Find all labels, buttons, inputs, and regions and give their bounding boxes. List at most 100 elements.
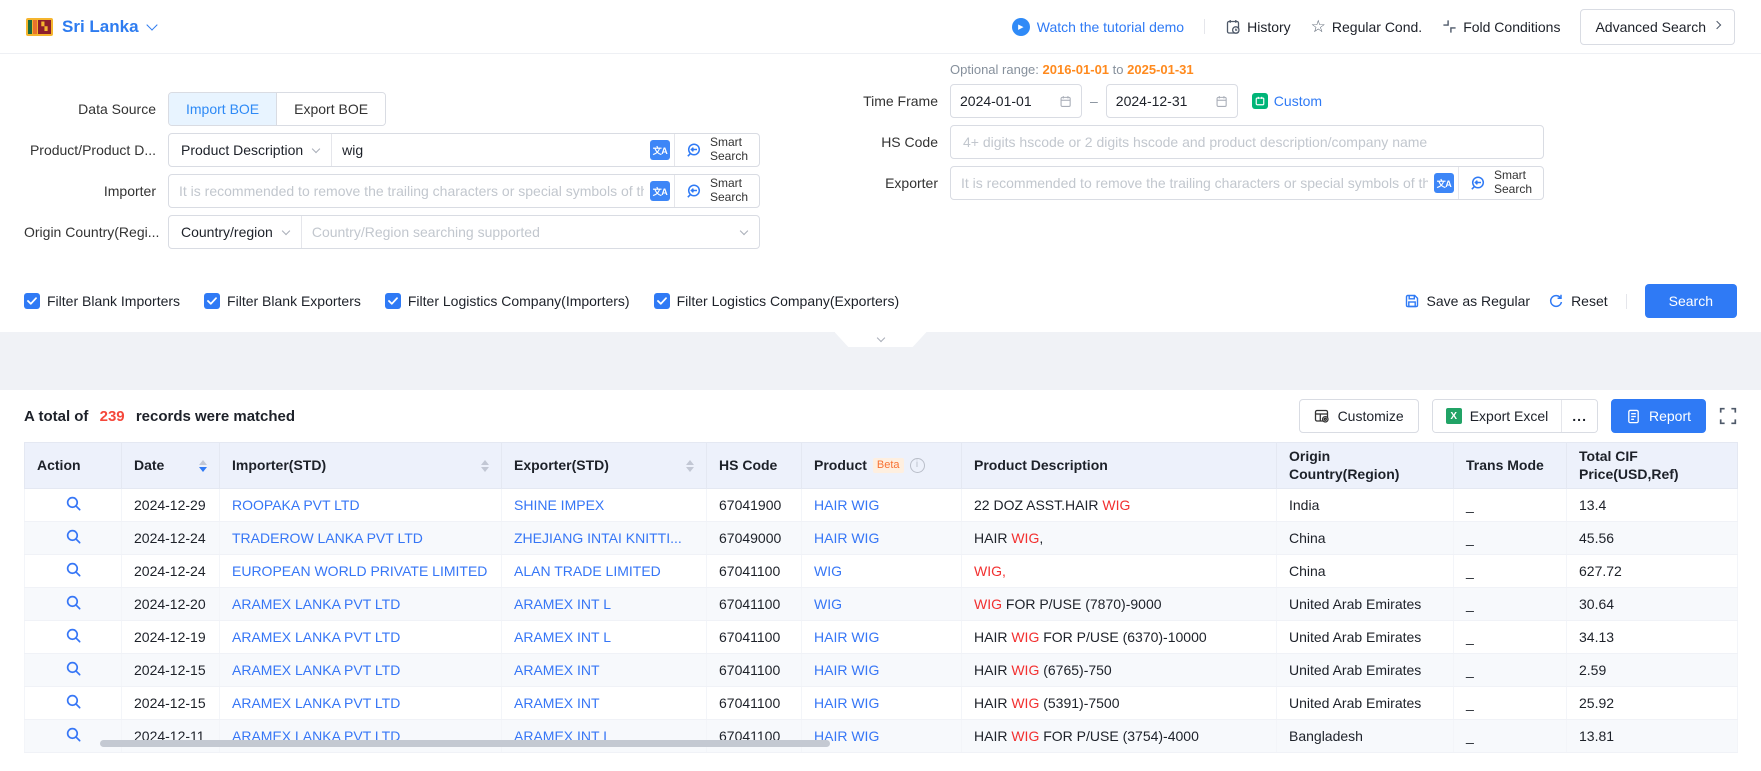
sort-exporter[interactable] <box>686 460 694 472</box>
view-detail-icon[interactable] <box>65 565 82 581</box>
view-detail-icon[interactable] <box>65 730 82 746</box>
fullscreen-icon[interactable] <box>1719 407 1737 425</box>
customize-button[interactable]: Customize <box>1299 399 1419 433</box>
product-link[interactable]: HAIR WIG <box>814 662 879 678</box>
save-icon <box>1404 293 1420 309</box>
start-date-input[interactable] <box>960 93 1059 109</box>
search-button[interactable]: Search <box>1645 284 1737 318</box>
checkbox-label: Filter Blank Importers <box>47 293 180 309</box>
collapse-conditions-tab[interactable] <box>835 332 927 347</box>
cell-description: HAIR WIG (5391)-7500 <box>962 687 1277 720</box>
cell-trans-mode: _ <box>1454 555 1567 588</box>
importer-link[interactable]: ARAMEX LANKA PVT LTD <box>232 662 400 678</box>
cell-date: 2024-12-20 <box>122 588 220 621</box>
origin-type-select[interactable]: Country/region <box>169 216 302 248</box>
cell-date: 2024-12-29 <box>122 489 220 522</box>
translate-icon[interactable]: 文A <box>650 181 670 201</box>
exporter-link[interactable]: ARAMEX INT <box>514 662 600 678</box>
origin-input[interactable] <box>312 224 737 240</box>
export-excel-button[interactable]: X Export Excel <box>1433 400 1562 432</box>
view-detail-icon[interactable] <box>65 697 82 713</box>
page-background-band <box>0 332 1761 390</box>
results-summary: A total of 239 records were matched <box>24 408 295 425</box>
filter-checkbox-1[interactable]: Filter Blank Exporters <box>204 293 361 309</box>
filter-checkbox-0[interactable]: Filter Blank Importers <box>24 293 180 309</box>
hs-code-input[interactable] <box>950 125 1544 159</box>
product-link[interactable]: HAIR WIG <box>814 497 879 513</box>
exporter-smart-search-button[interactable]: SmartSearch <box>1458 167 1543 199</box>
tutorial-link[interactable]: ▶ Watch the tutorial demo <box>1012 18 1184 36</box>
product-smart-search-button[interactable]: SmartSearch <box>674 134 759 166</box>
importer-link[interactable]: TRADEROW LANKA PVT LTD <box>232 530 423 546</box>
origin-row: Origin Country(Regi... Country/region <box>24 215 860 249</box>
tab-import-boe[interactable]: Import BOE <box>169 93 276 125</box>
product-link[interactable]: WIG <box>814 563 842 579</box>
checkbox-checked-icon[interactable] <box>204 293 220 309</box>
report-icon <box>1626 409 1641 424</box>
report-button[interactable]: Report <box>1611 399 1706 433</box>
customize-icon <box>1314 408 1330 424</box>
checkbox-checked-icon[interactable] <box>385 293 401 309</box>
reset-button[interactable]: Reset <box>1548 293 1608 309</box>
custom-range-button[interactable]: Custom <box>1252 93 1322 109</box>
importer-input[interactable] <box>179 183 644 199</box>
country-selector[interactable]: Sri Lanka <box>62 17 139 37</box>
view-detail-icon[interactable] <box>65 532 82 548</box>
filter-checkbox-2[interactable]: Filter Logistics Company(Importers) <box>385 293 630 309</box>
importer-link[interactable]: ARAMEX LANKA PVT LTD <box>232 695 400 711</box>
importer-link[interactable]: ARAMEX LANKA PVT LTD <box>232 596 400 612</box>
exporter-input[interactable] <box>961 175 1428 191</box>
sort-date[interactable] <box>199 460 207 472</box>
translate-icon[interactable]: 文A <box>650 140 670 160</box>
exporter-link[interactable]: ALAN TRADE LIMITED <box>514 563 661 579</box>
view-detail-icon[interactable] <box>65 664 82 680</box>
advanced-search-button[interactable]: Advanced Search <box>1580 9 1735 45</box>
export-more-button[interactable]: ... <box>1561 400 1597 432</box>
view-detail-icon[interactable] <box>65 631 82 647</box>
product-input[interactable] <box>342 142 644 158</box>
save-as-regular-button[interactable]: Save as Regular <box>1404 293 1531 309</box>
advanced-search-label: Advanced Search <box>1595 19 1706 35</box>
checkbox-checked-icon[interactable] <box>654 293 670 309</box>
sri-lanka-flag-icon: ▚ <box>26 18 53 36</box>
fold-conditions-button[interactable]: Fold Conditions <box>1442 19 1560 35</box>
end-date-input[interactable] <box>1116 93 1215 109</box>
product-link[interactable]: WIG <box>814 596 842 612</box>
product-type-select[interactable]: Product Description <box>169 134 332 166</box>
cell-date: 2024-12-15 <box>122 687 220 720</box>
product-link[interactable]: HAIR WIG <box>814 695 879 711</box>
product-link[interactable]: HAIR WIG <box>814 629 879 645</box>
importer-smart-search-button[interactable]: SmartSearch <box>674 175 759 207</box>
horizontal-scrollbar-thumb[interactable] <box>100 740 830 747</box>
start-date-field[interactable] <box>950 84 1082 118</box>
cell-date: 2024-12-24 <box>122 522 220 555</box>
date-separator: – <box>1090 93 1098 109</box>
table-row: 2024-12-19ARAMEX LANKA PVT LTDARAMEX INT… <box>25 621 1738 654</box>
importer-link[interactable]: ARAMEX LANKA PVT LTD <box>232 629 400 645</box>
exporter-link[interactable]: ARAMEX INT L <box>514 596 611 612</box>
cell-trans-mode: _ <box>1454 489 1567 522</box>
cell-description: HAIR WIG FOR P/USE (6370)-10000 <box>962 621 1277 654</box>
checkbox-checked-icon[interactable] <box>24 293 40 309</box>
regular-cond-button[interactable]: ☆ Regular Cond. <box>1311 18 1423 35</box>
filter-checkbox-3[interactable]: Filter Logistics Company(Exporters) <box>654 293 900 309</box>
importer-link[interactable]: EUROPEAN WORLD PRIVATE LIMITED <box>232 563 487 579</box>
chevron-down-icon[interactable] <box>146 19 157 30</box>
end-date-field[interactable] <box>1106 84 1238 118</box>
exporter-link[interactable]: ZHEJIANG INTAI KNITTI... <box>514 530 682 546</box>
importer-link[interactable]: ROOPAKA PVT LTD <box>232 497 360 513</box>
checkbox-label: Filter Blank Exporters <box>227 293 361 309</box>
tab-export-boe[interactable]: Export BOE <box>276 93 385 125</box>
info-icon[interactable]: i <box>910 458 925 473</box>
cell-hs-code: 67041100 <box>707 621 802 654</box>
exporter-link[interactable]: ARAMEX INT L <box>514 629 611 645</box>
sort-importer[interactable] <box>481 460 489 472</box>
view-detail-icon[interactable] <box>65 598 82 614</box>
history-button[interactable]: History <box>1225 19 1291 35</box>
translate-icon[interactable]: 文A <box>1434 173 1454 193</box>
view-detail-icon[interactable] <box>65 499 82 515</box>
exporter-link[interactable]: ARAMEX INT <box>514 695 600 711</box>
exporter-link[interactable]: SHINE IMPEX <box>514 497 604 513</box>
product-link[interactable]: HAIR WIG <box>814 530 879 546</box>
checkbox-label: Filter Logistics Company(Importers) <box>408 293 630 309</box>
